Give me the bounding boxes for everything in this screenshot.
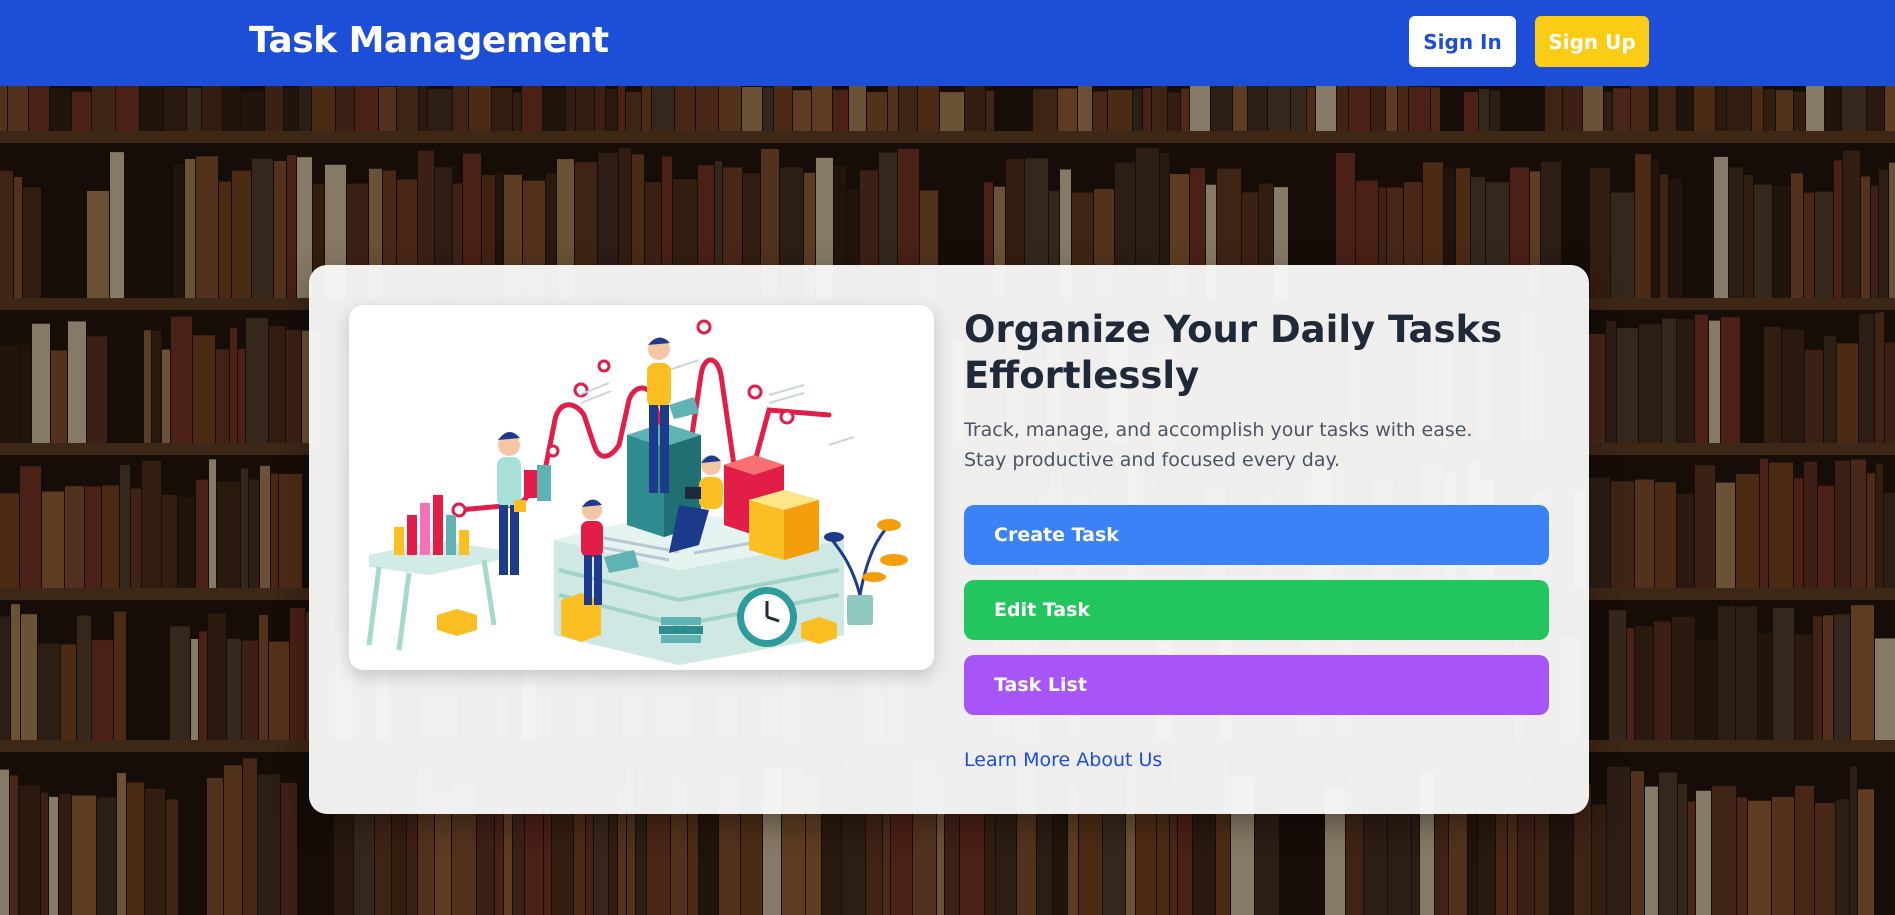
- brand-title[interactable]: Task Management: [249, 20, 609, 61]
- hero-card: Organize Your Daily Tasks Effortlessly T…: [309, 265, 1589, 814]
- learn-more-link[interactable]: Learn More About Us: [964, 749, 1162, 771]
- task-list-button[interactable]: Task List: [964, 655, 1549, 715]
- sign-in-button[interactable]: Sign In: [1409, 16, 1516, 67]
- team-illustration: [349, 305, 934, 670]
- hero-subtext: Track, manage, and accomplish your tasks…: [964, 419, 1473, 471]
- create-task-button[interactable]: Create Task: [964, 505, 1549, 565]
- edit-task-button[interactable]: Edit Task: [964, 580, 1549, 640]
- top-navbar: Task Management Sign In Sign Up: [0, 0, 1895, 86]
- sign-up-button[interactable]: Sign Up: [1535, 16, 1649, 67]
- team-working-illustration-icon: [366, 319, 908, 665]
- hero-headline: Organize Your Daily Tasks Effortlessly: [964, 308, 1503, 397]
